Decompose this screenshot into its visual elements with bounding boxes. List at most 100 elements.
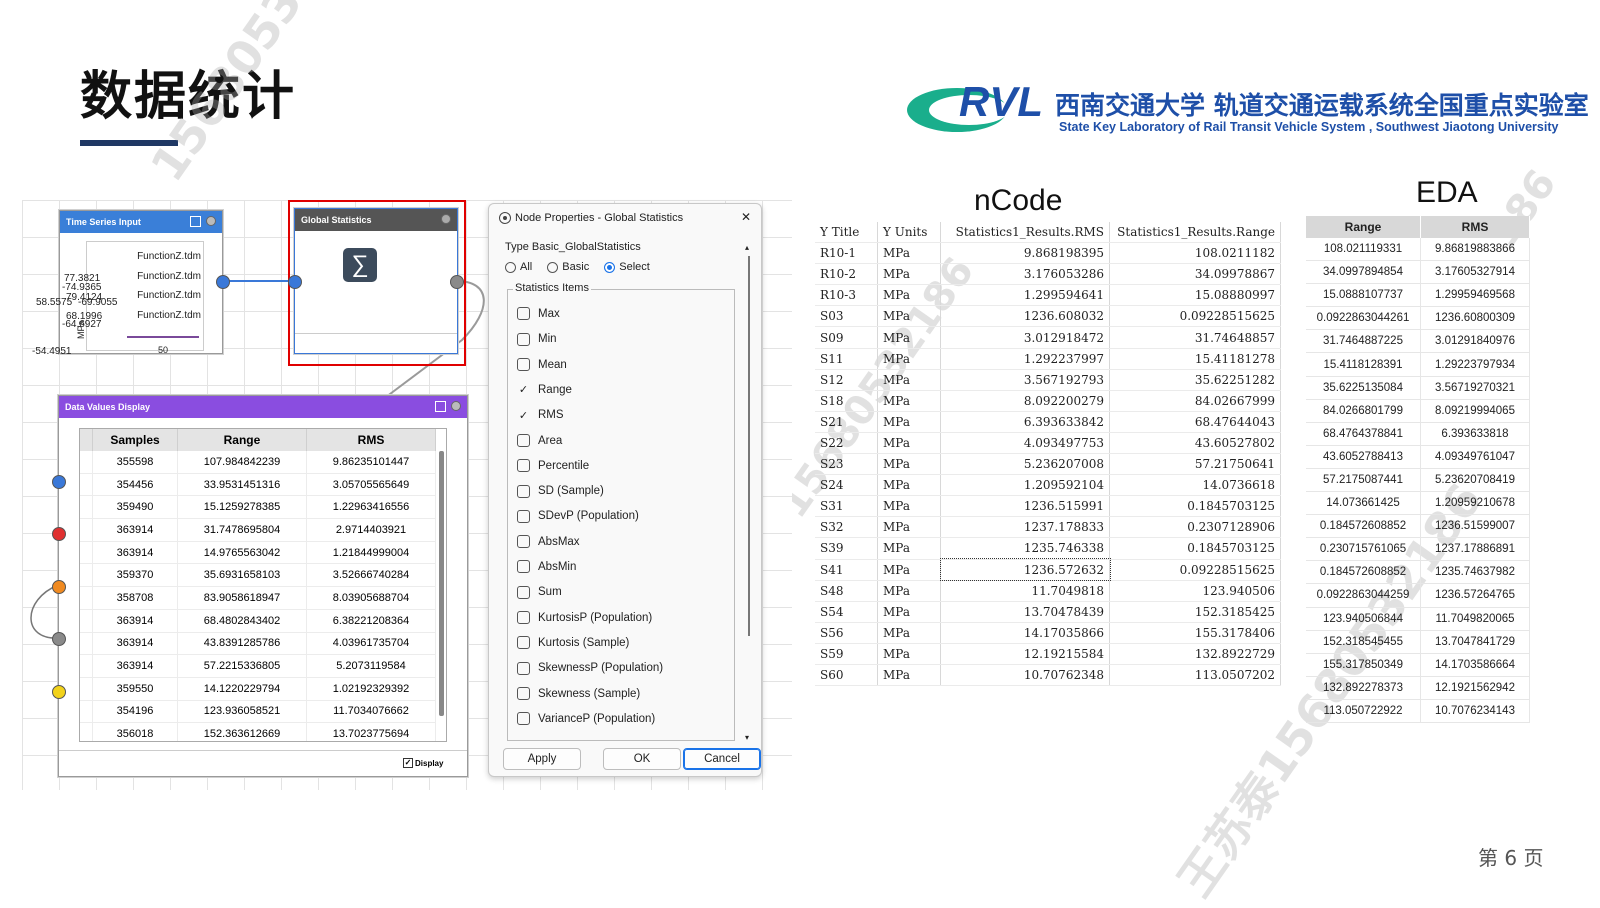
table-row[interactable]: 359550 14.1220229794 1.02192329392 [80, 677, 437, 701]
table-row[interactable]: 0.230715761065 1237.17886891 [1306, 537, 1530, 562]
checkbox-icon[interactable] [517, 560, 530, 574]
output-port[interactable] [450, 275, 464, 289]
table-row[interactable]: 152.318545455 13.7047841729 [1306, 630, 1530, 654]
table-row[interactable]: R10-1 MPa 9.868198395 108.0211182 [815, 242, 1281, 265]
statistics-item[interactable]: AbsMin [517, 555, 576, 580]
table-row[interactable]: 363914 43.8391285786 4.03961735704 [80, 632, 437, 656]
checkbox-icon[interactable] [517, 686, 530, 700]
statistics-item[interactable]: Sum [517, 580, 562, 605]
checkbox-icon[interactable] [517, 509, 530, 523]
table-row[interactable]: S03 MPa 1236.608032 0.09228515625 [815, 305, 1281, 328]
checkbox-icon[interactable] [517, 433, 530, 447]
column-header[interactable]: Statistics1_Results.RMS [940, 222, 1110, 244]
table-row[interactable]: S60 MPa 10.70762348 113.0507202 [815, 664, 1281, 687]
table-row[interactable]: S12 MPa 3.567192793 35.62251282 [815, 369, 1281, 391]
table-row[interactable]: S21 MPa 6.393633842 68.47644043 [815, 411, 1281, 433]
table-row[interactable]: S11 MPa 1.292237997 15.41181278 [815, 348, 1281, 370]
checkbox-icon[interactable] [517, 332, 530, 346]
table-row[interactable]: S09 MPa 3.012918472 31.74648857 [815, 326, 1281, 349]
table-row[interactable]: S39 MPa 1235.746338 0.1845703125 [815, 537, 1281, 560]
checkbox-icon[interactable] [517, 307, 530, 321]
checkmark-icon[interactable]: ✓ [517, 409, 530, 422]
table-row[interactable]: 354456 33.9531451316 3.05705565649 [80, 473, 437, 497]
table-row[interactable]: 35.6225135084 3.56719270321 [1306, 376, 1530, 400]
checkbox-icon[interactable] [517, 459, 530, 473]
scroll-up-icon[interactable]: ▴ [745, 244, 753, 252]
table-row[interactable]: 363914 31.7478695804 2.9714403921 [80, 518, 437, 542]
scrollbar[interactable] [439, 451, 444, 716]
node-header[interactable]: Global Statistics [295, 209, 457, 231]
table-row[interactable]: 0.184572608852 1236.51599007 [1306, 514, 1530, 539]
radio-basic[interactable]: Basic [547, 261, 589, 273]
table-row[interactable]: 356018 152.363612669 13.7023775694 [80, 722, 437, 741]
maximize-icon[interactable] [190, 216, 201, 227]
table-row[interactable]: 359490 15.1259278385 1.22963416556 [80, 495, 437, 520]
table-row[interactable]: S22 MPa 4.093497753 43.60527802 [815, 432, 1281, 455]
table-row[interactable]: S31 MPa 1236.515991 0.1845703125 [815, 495, 1281, 518]
table-row[interactable]: S59 MPa 12.19215584 132.8922729 [815, 643, 1281, 665]
checkbox-icon[interactable] [517, 585, 530, 599]
column-header[interactable]: Statistics1_Results.Range [1109, 222, 1281, 244]
table-row[interactable]: 0.184572608852 1235.74637982 [1306, 560, 1530, 585]
table-row[interactable]: 68.4764378841 6.393633818 [1306, 422, 1530, 446]
node-header[interactable]: Time Series Input [60, 211, 222, 233]
table-row[interactable]: 84.0266801799 8.09219994065 [1306, 399, 1530, 423]
column-header[interactable]: RMS [306, 429, 437, 451]
checkmark-icon[interactable]: ✓ [517, 383, 530, 396]
table-row[interactable]: 15.4118128391 1.29223797934 [1306, 352, 1530, 377]
table-row[interactable]: 0.0922863044261 1236.60800309 [1306, 306, 1530, 331]
global-statistics-node[interactable]: Global Statistics ∑ [294, 208, 458, 354]
apply-button[interactable]: Apply [503, 748, 581, 770]
statistics-item[interactable]: Kurtosis (Sample) [517, 631, 629, 656]
input-port[interactable] [52, 632, 66, 646]
table-row[interactable]: R10-3 MPa 1.299594641 15.08880997 [815, 284, 1281, 307]
statistics-item[interactable]: Area [517, 429, 562, 454]
type-radio-group[interactable]: All Basic Select [505, 261, 650, 273]
node-header[interactable]: Data Values Display [59, 396, 467, 418]
statistics-item[interactable]: SDevP (Population) [517, 504, 639, 529]
table-row[interactable]: 354196 123.936058521 11.7034076662 [80, 700, 437, 724]
table-row[interactable]: 113.050722922 10.7076234143 [1306, 699, 1530, 723]
table-row[interactable]: 123.940506844 11.7049820065 [1306, 607, 1530, 631]
column-header[interactable]: RMS [1420, 216, 1530, 238]
table-row[interactable]: 359370 35.6931658103 3.52666740284 [80, 563, 437, 588]
checkbox-icon[interactable] [517, 712, 530, 726]
table-row[interactable]: 132.892278373 12.1921562942 [1306, 676, 1530, 700]
column-header[interactable]: Range [1306, 216, 1421, 238]
column-header[interactable]: Y Title [815, 222, 878, 244]
table-row[interactable]: S54 MPa 13.70478439 152.3185425 [815, 601, 1281, 623]
table-row[interactable]: S41 MPa 1236.572632 0.09228515625 [815, 557, 1281, 582]
table-row[interactable]: S48 MPa 11.7049818 123.940506 [815, 580, 1281, 602]
table-row[interactable]: 355598 107.984842239 9.86235101447 [80, 451, 437, 474]
output-port[interactable] [216, 275, 230, 289]
dialog-scrollbar[interactable]: ▴ ▾ [745, 244, 753, 744]
maximize-icon[interactable] [435, 401, 446, 412]
statistics-item[interactable]: Min [517, 327, 557, 352]
data-values-display-node[interactable]: Data Values Display Samples Range RMS 35… [58, 395, 468, 777]
table-row[interactable]: S23 MPa 5.236207008 57.21750641 [815, 453, 1281, 476]
table-row[interactable]: 363914 68.4802843402 6.38221208364 [80, 609, 437, 633]
checkbox-icon[interactable] [517, 611, 530, 625]
column-header[interactable]: Samples [92, 429, 178, 451]
time-series-input-node[interactable]: Time Series Input FunctionZ.tdm Function… [32, 210, 223, 357]
table-row[interactable]: S32 MPa 1237.178833 0.2307128906 [815, 516, 1281, 539]
column-header[interactable]: Y Units [877, 222, 941, 244]
statistics-item[interactable]: ✓ Range [517, 378, 572, 403]
statistics-item[interactable]: Max [517, 302, 560, 327]
input-port[interactable] [52, 475, 66, 489]
table-row[interactable]: 14.073661425 1.20959210678 [1306, 491, 1530, 516]
statistics-item[interactable]: SkewnessP (Population) [517, 656, 663, 681]
ok-button[interactable]: OK [603, 748, 681, 770]
table-row[interactable]: 31.7464887225 3.01291840976 [1306, 329, 1530, 354]
input-port[interactable] [288, 275, 302, 289]
checkbox-icon[interactable] [517, 661, 530, 675]
table-row[interactable]: 57.2175087441 5.23620708419 [1306, 468, 1530, 493]
table-row[interactable]: 358708 83.9058618947 8.03905688704 [80, 586, 437, 610]
statistics-item[interactable]: SD (Sample) [517, 479, 604, 504]
cancel-button[interactable]: Cancel [683, 748, 761, 770]
table-row[interactable]: S18 MPa 8.092200279 84.02667999 [815, 390, 1281, 412]
statistics-item[interactable]: AbsMax [517, 530, 580, 555]
input-port[interactable] [52, 580, 66, 594]
column-header[interactable]: Range [177, 429, 307, 451]
table-row[interactable]: R10-2 MPa 3.176053286 34.09978867 [815, 263, 1281, 286]
